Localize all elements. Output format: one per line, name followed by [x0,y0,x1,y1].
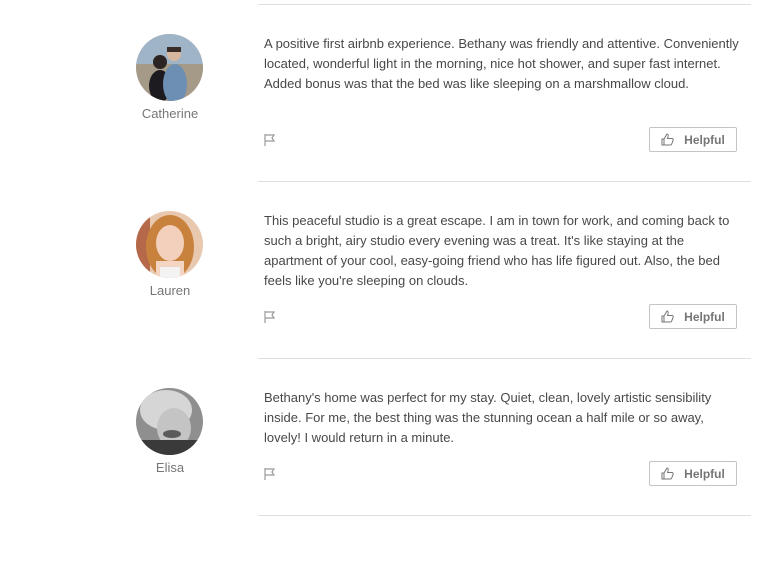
review-text: A positive first airbnb experience. Beth… [264,36,739,91]
reviewer-name[interactable]: Catherine [110,106,230,121]
review-item: Elisa Bethany's home was perfect for my … [0,388,764,565]
review-divider [258,4,751,5]
helpful-button[interactable]: Helpful [649,461,737,486]
avatar[interactable] [136,34,203,101]
review-item: Lauren This peaceful studio is a great e… [0,211,764,388]
helpful-button[interactable]: Helpful [649,127,737,152]
avatar[interactable] [136,211,203,278]
thumbs-up-icon [661,310,674,323]
flag-icon[interactable] [263,310,277,324]
helpful-button[interactable]: Helpful [649,304,737,329]
helpful-label: Helpful [684,132,725,147]
review-divider [258,181,751,182]
review-item: Catherine A positive first airbnb experi… [0,34,764,211]
flag-icon[interactable] [263,467,277,481]
review-text: Bethany's home was perfect for my stay. … [264,390,712,445]
flag-icon[interactable] [263,133,277,147]
reviewer-name[interactable]: Elisa [110,460,230,475]
review-divider [258,358,751,359]
reviewer-name[interactable]: Lauren [110,283,230,298]
avatar[interactable] [136,388,203,455]
thumbs-up-icon [661,467,674,480]
helpful-label: Helpful [684,466,725,481]
review-text: This peaceful studio is a great escape. … [264,213,730,288]
helpful-label: Helpful [684,309,725,324]
thumbs-up-icon [661,133,674,146]
